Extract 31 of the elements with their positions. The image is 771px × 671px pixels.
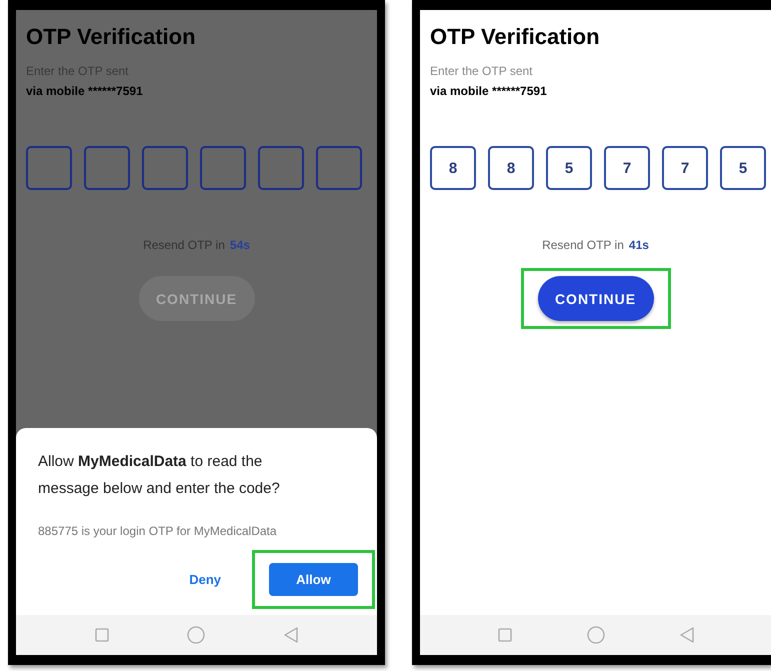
dialog-message: Allow MyMedicalData to read the message below and enter the code? (38, 452, 281, 499)
resend-label: Resend OTP in (542, 238, 624, 252)
otp-digit-field[interactable] (26, 146, 72, 190)
otp-digit-field[interactable] (142, 146, 188, 190)
otp-digit-field[interactable] (258, 146, 304, 190)
phone-number-text: via mobile ******7591 (430, 84, 547, 98)
deny-button[interactable]: Deny (167, 563, 243, 596)
otp-digit-field[interactable]: 5 (546, 146, 592, 190)
otp-digit-field[interactable] (316, 146, 362, 190)
otp-digit-field[interactable] (84, 146, 130, 190)
otp-digit-field[interactable]: 8 (488, 146, 534, 190)
otp-digit-field[interactable]: 7 (604, 146, 650, 190)
otp-digit-field[interactable]: 5 (720, 146, 766, 190)
square-icon[interactable] (95, 628, 110, 642)
screen-title: OTP Verification (26, 24, 196, 50)
phone-number-text: via mobile ******7591 (26, 84, 143, 98)
square-icon[interactable] (498, 628, 512, 642)
back-icon[interactable] (680, 627, 694, 643)
otp-digit-field[interactable]: 7 (662, 146, 708, 190)
countdown-timer: 41s (628, 238, 649, 252)
instruction-text: Enter the OTP sent (430, 64, 532, 78)
otp-digit-field[interactable] (200, 146, 246, 190)
countdown-timer: 54s (230, 238, 250, 252)
screen-title: OTP Verification (430, 24, 600, 50)
back-icon[interactable] (284, 627, 298, 643)
circle-icon[interactable] (586, 626, 604, 644)
circle-icon[interactable] (187, 626, 206, 644)
otp-digit-field[interactable]: 8 (430, 146, 476, 190)
sms-preview-text: 885775 is your login OTP for MyMedicalData (38, 524, 278, 538)
allow-button[interactable]: Allow (269, 563, 358, 596)
continue-button[interactable]: CONTINUE (538, 276, 654, 321)
